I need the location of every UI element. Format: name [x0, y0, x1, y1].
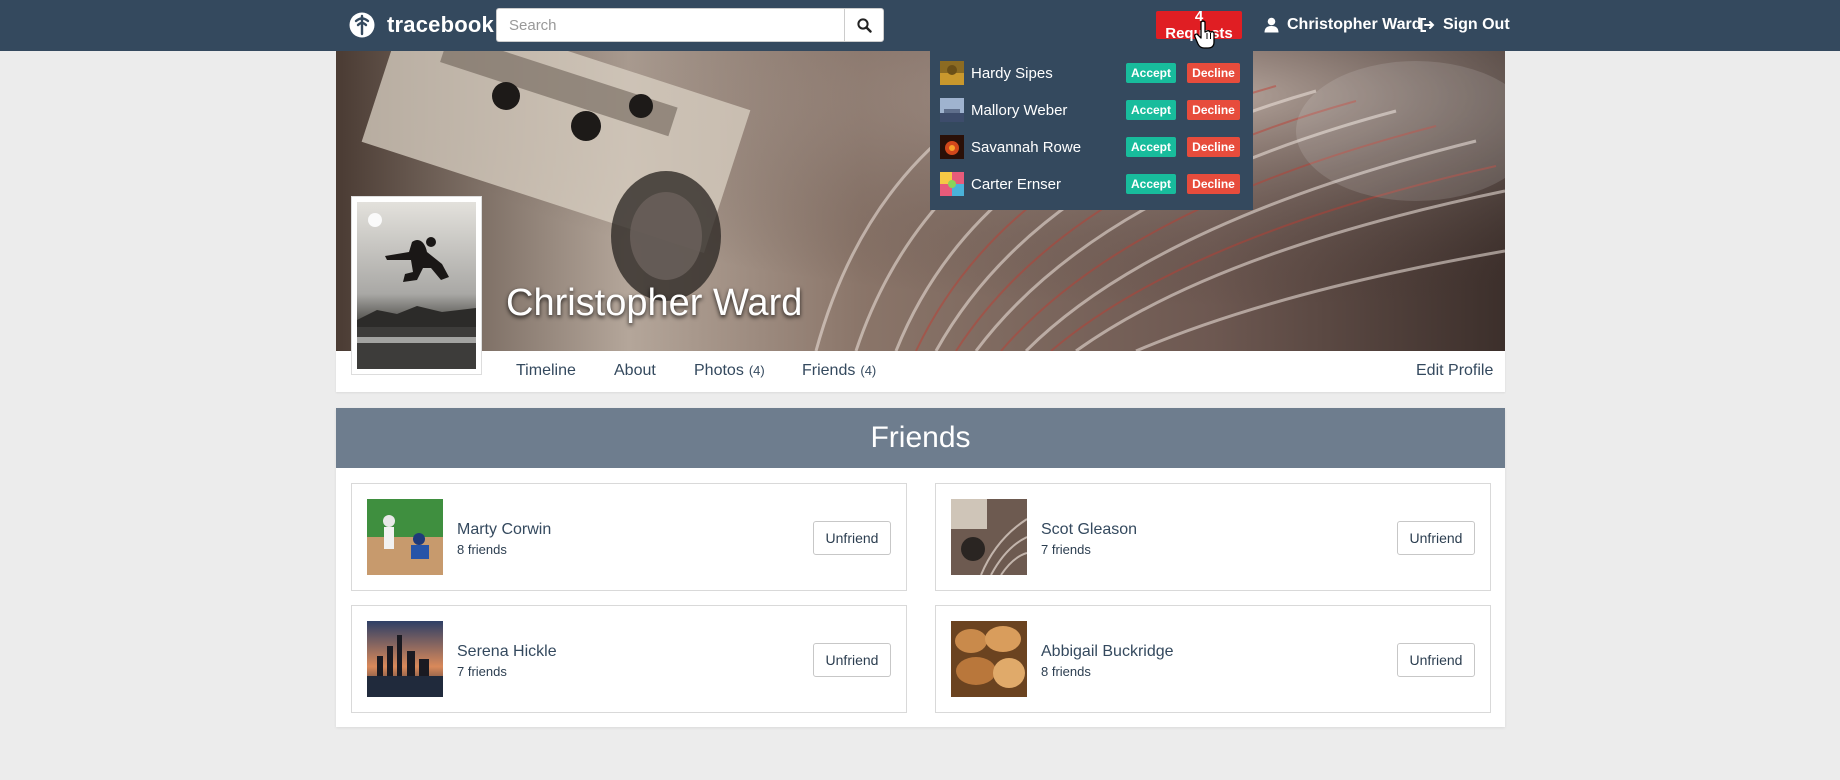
accept-button[interactable]: Accept: [1126, 174, 1176, 194]
top-navbar: tracebook 4 Requests Christopher Ward Si…: [0, 0, 1840, 51]
request-avatar: [940, 61, 964, 85]
sign-out-link[interactable]: Sign Out: [1419, 14, 1510, 36]
tab-friends-label: Friends: [802, 362, 856, 379]
accept-button[interactable]: Accept: [1126, 137, 1176, 157]
sign-out-icon: [1420, 18, 1435, 32]
friend-name[interactable]: Abbigail Buckridge: [1041, 643, 1174, 661]
decline-button[interactable]: Decline: [1187, 63, 1240, 83]
decline-button[interactable]: Decline: [1187, 137, 1240, 157]
search-input[interactable]: [496, 8, 844, 42]
request-avatar: [940, 135, 964, 159]
friend-card: Scot Gleason 7 friends Unfriend: [935, 483, 1491, 591]
request-name[interactable]: Mallory Weber: [971, 102, 1067, 119]
tab-friends[interactable]: Friends (4): [802, 362, 876, 380]
request-avatar: [940, 172, 964, 196]
friends-section-title: Friends: [870, 421, 971, 454]
friends-panel: Friends Marty Corwin 8 friends Unfriend …: [336, 408, 1505, 727]
tab-about[interactable]: About: [614, 362, 656, 380]
friend-photo[interactable]: [951, 499, 1027, 575]
profile-picture-frame[interactable]: [351, 196, 482, 375]
brand-logo-icon: [349, 12, 375, 38]
request-name[interactable]: Hardy Sipes: [971, 65, 1053, 82]
unfriend-button[interactable]: Unfriend: [1397, 643, 1475, 677]
unfriend-button[interactable]: Unfriend: [813, 643, 891, 677]
decline-button[interactable]: Decline: [1187, 174, 1240, 194]
friend-count: 8 friends: [1041, 664, 1091, 679]
friend-name[interactable]: Marty Corwin: [457, 521, 551, 539]
user-profile-link[interactable]: Christopher Ward: [1264, 14, 1422, 36]
accept-button[interactable]: Accept: [1126, 63, 1176, 83]
user-name-label: Christopher Ward: [1287, 16, 1422, 33]
request-name[interactable]: Carter Ernser: [971, 176, 1061, 193]
accept-button[interactable]: Accept: [1126, 100, 1176, 120]
friend-name[interactable]: Serena Hickle: [457, 643, 557, 661]
unfriend-button[interactable]: Unfriend: [1397, 521, 1475, 555]
friend-card: Serena Hickle 7 friends Unfriend: [351, 605, 907, 713]
request-row: Hardy Sipes Accept Decline: [940, 61, 1246, 87]
friend-requests-button[interactable]: 4 Requests: [1156, 8, 1242, 42]
search-icon: [856, 17, 872, 33]
request-name[interactable]: Savannah Rowe: [971, 139, 1081, 156]
search-button[interactable]: [844, 8, 884, 42]
friend-count: 7 friends: [457, 664, 507, 679]
friends-header: Friends: [336, 408, 1505, 468]
profile-name-heading: Christopher Ward: [506, 282, 803, 324]
request-row: Carter Ernser Accept Decline: [940, 172, 1246, 198]
profile-picture: [357, 202, 476, 369]
friend-requests-dropdown: Hardy Sipes Accept Decline Mallory Weber…: [930, 51, 1253, 210]
sign-out-label: Sign Out: [1443, 16, 1510, 33]
friend-photo[interactable]: [367, 499, 443, 575]
brand-name: tracebook: [387, 12, 494, 37]
tab-photos[interactable]: Photos (4): [694, 362, 765, 380]
friend-photo[interactable]: [367, 621, 443, 697]
friend-count: 7 friends: [1041, 542, 1091, 557]
photos-count: (4): [748, 363, 765, 378]
decline-button[interactable]: Decline: [1187, 100, 1240, 120]
tab-timeline[interactable]: Timeline: [516, 362, 576, 380]
friend-card: Abbigail Buckridge 8 friends Unfriend: [935, 605, 1491, 713]
brand-link[interactable]: tracebook: [349, 9, 494, 41]
search-bar: [496, 8, 884, 42]
tab-photos-label: Photos: [694, 362, 744, 379]
request-row: Mallory Weber Accept Decline: [940, 98, 1246, 124]
friends-count: (4): [860, 363, 877, 378]
request-avatar: [940, 98, 964, 122]
friend-count: 8 friends: [457, 542, 507, 557]
unfriend-button[interactable]: Unfriend: [813, 521, 891, 555]
friend-card: Marty Corwin 8 friends Unfriend: [351, 483, 907, 591]
friend-name[interactable]: Scot Gleason: [1041, 521, 1137, 539]
friend-photo[interactable]: [951, 621, 1027, 697]
user-icon: [1264, 17, 1279, 33]
profile-nav-bar: Timeline About Photos (4) Friends (4) Edit…: [336, 351, 1505, 392]
request-row: Savannah Rowe Accept Decline: [940, 135, 1246, 161]
edit-profile-link[interactable]: Edit Profile: [1416, 362, 1493, 380]
